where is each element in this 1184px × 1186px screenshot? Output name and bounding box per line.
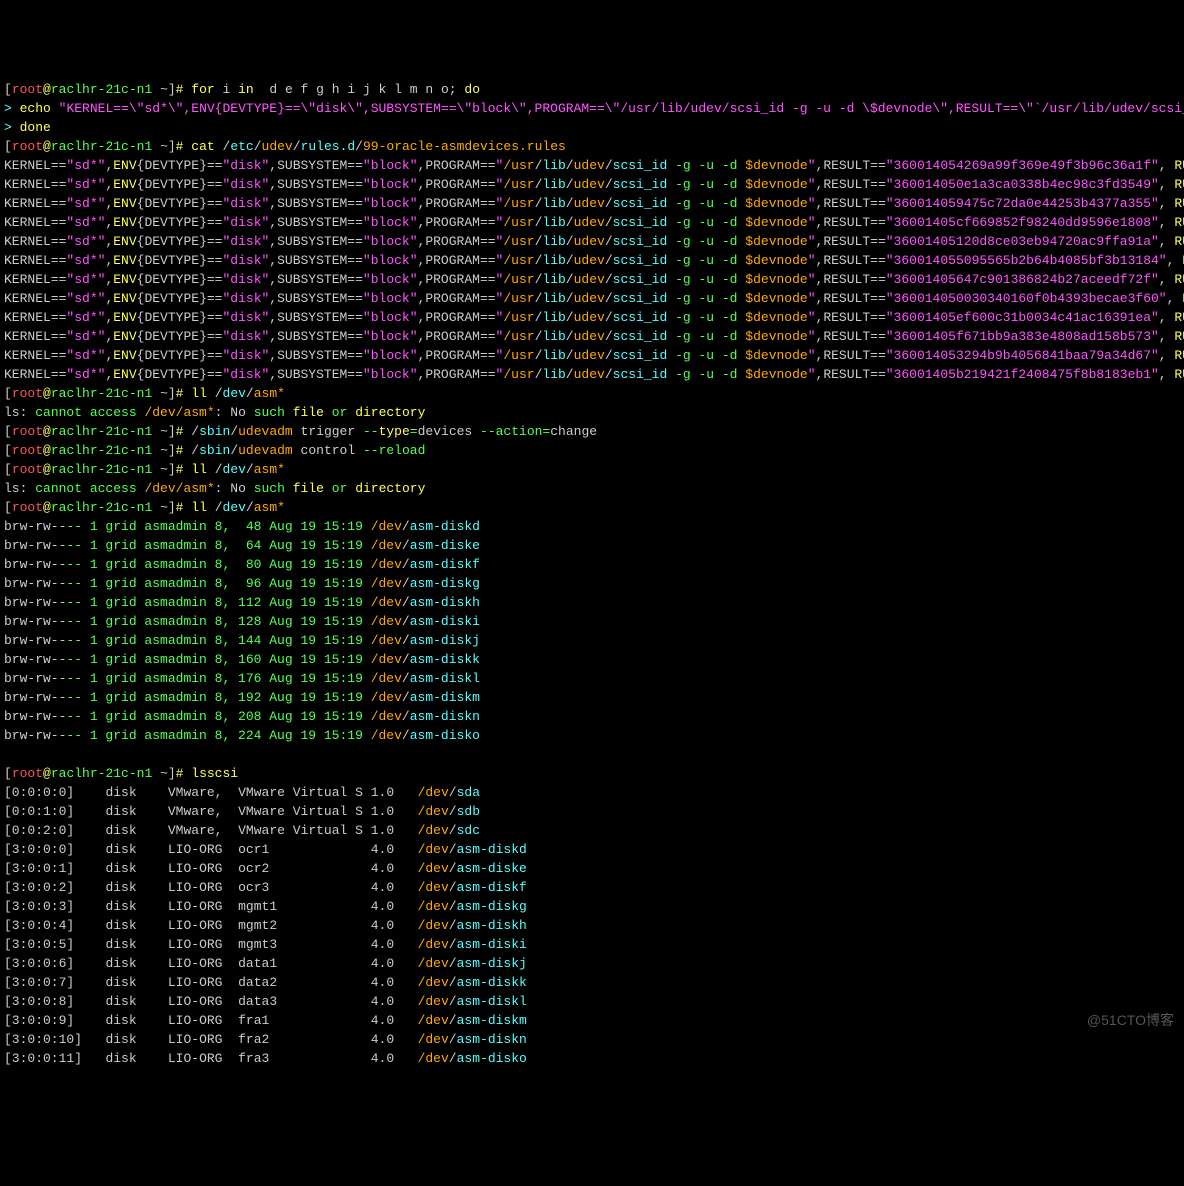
udev-rule-1: KERNEL=="sd*",ENV{DEVTYPE}=="disk",SUBSY… — [4, 175, 1180, 194]
ll-entry-4: brw-rw---- 1 grid asmadmin 8, 112 Aug 19… — [4, 593, 1180, 612]
scsi-entry-7: [3:0:0:4] disk LIO-ORG mgmt2 4.0 /dev/as… — [4, 916, 1180, 935]
scsi-entry-3: [3:0:0:0] disk LIO-ORG ocr1 4.0 /dev/asm… — [4, 840, 1180, 859]
scsi-entry-0: [0:0:0:0] disk VMware, VMware Virtual S … — [4, 783, 1180, 802]
watermark: @51CTO博客 — [1087, 1011, 1174, 1030]
udev-rule-11: KERNEL=="sd*",ENV{DEVTYPE}=="disk",SUBSY… — [4, 365, 1180, 384]
ll-entry-8: brw-rw---- 1 grid asmadmin 8, 176 Aug 19… — [4, 669, 1180, 688]
cmd-done: > done — [4, 118, 1180, 137]
cmd-ll-3: [root@raclhr-21c-n1 ~]# ll /dev/asm* — [4, 498, 1180, 517]
ll-entry-5: brw-rw---- 1 grid asmadmin 8, 128 Aug 19… — [4, 612, 1180, 631]
cmd-ll-2: [root@raclhr-21c-n1 ~]# ll /dev/asm* — [4, 460, 1180, 479]
ls-error-1: ls: cannot access /dev/asm*: No such fil… — [4, 403, 1180, 422]
scsi-entry-12: [3:0:0:9] disk LIO-ORG fra1 4.0 /dev/asm… — [4, 1011, 1180, 1030]
scsi-entry-1: [0:0:1:0] disk VMware, VMware Virtual S … — [4, 802, 1180, 821]
scsi-entry-13: [3:0:0:10] disk LIO-ORG fra2 4.0 /dev/as… — [4, 1030, 1180, 1049]
udev-rule-8: KERNEL=="sd*",ENV{DEVTYPE}=="disk",SUBSY… — [4, 308, 1180, 327]
cmd-echo-line: > echo "KERNEL==\"sd*\",ENV{DEVTYPE}==\"… — [4, 99, 1180, 118]
udev-rule-0: KERNEL=="sd*",ENV{DEVTYPE}=="disk",SUBSY… — [4, 156, 1180, 175]
cmd-ll-1: [root@raclhr-21c-n1 ~]# ll /dev/asm* — [4, 384, 1180, 403]
ll-entry-10: brw-rw---- 1 grid asmadmin 8, 208 Aug 19… — [4, 707, 1180, 726]
ll-entry-11: brw-rw---- 1 grid asmadmin 8, 224 Aug 19… — [4, 726, 1180, 745]
scsi-entry-10: [3:0:0:7] disk LIO-ORG data2 4.0 /dev/as… — [4, 973, 1180, 992]
cmd-lsscsi: [root@raclhr-21c-n1 ~]# lsscsi — [4, 764, 1180, 783]
udev-rule-9: KERNEL=="sd*",ENV{DEVTYPE}=="disk",SUBSY… — [4, 327, 1180, 346]
udev-rule-4: KERNEL=="sd*",ENV{DEVTYPE}=="disk",SUBSY… — [4, 232, 1180, 251]
cmd-for-loop: [root@raclhr-21c-n1 ~]# for i in d e f g… — [4, 80, 1180, 99]
ll-entry-1: brw-rw---- 1 grid asmadmin 8, 64 Aug 19 … — [4, 536, 1180, 555]
cmd-reload: [root@raclhr-21c-n1 ~]# /sbin/udevadm co… — [4, 441, 1180, 460]
cmd-cat: [root@raclhr-21c-n1 ~]# cat /etc/udev/ru… — [4, 137, 1180, 156]
scsi-entry-11: [3:0:0:8] disk LIO-ORG data3 4.0 /dev/as… — [4, 992, 1180, 1011]
udev-rule-6: KERNEL=="sd*",ENV{DEVTYPE}=="disk",SUBSY… — [4, 270, 1180, 289]
udev-rule-2: KERNEL=="sd*",ENV{DEVTYPE}=="disk",SUBSY… — [4, 194, 1180, 213]
scsi-entry-9: [3:0:0:6] disk LIO-ORG data1 4.0 /dev/as… — [4, 954, 1180, 973]
scsi-entry-2: [0:0:2:0] disk VMware, VMware Virtual S … — [4, 821, 1180, 840]
scsi-entry-8: [3:0:0:5] disk LIO-ORG mgmt3 4.0 /dev/as… — [4, 935, 1180, 954]
udev-rule-7: KERNEL=="sd*",ENV{DEVTYPE}=="disk",SUBSY… — [4, 289, 1180, 308]
ll-entry-0: brw-rw---- 1 grid asmadmin 8, 48 Aug 19 … — [4, 517, 1180, 536]
scsi-entry-6: [3:0:0:3] disk LIO-ORG mgmt1 4.0 /dev/as… — [4, 897, 1180, 916]
ll-entry-7: brw-rw---- 1 grid asmadmin 8, 160 Aug 19… — [4, 650, 1180, 669]
ll-entry-6: brw-rw---- 1 grid asmadmin 8, 144 Aug 19… — [4, 631, 1180, 650]
udev-rule-5: KERNEL=="sd*",ENV{DEVTYPE}=="disk",SUBSY… — [4, 251, 1180, 270]
udev-rule-3: KERNEL=="sd*",ENV{DEVTYPE}=="disk",SUBSY… — [4, 213, 1180, 232]
scsi-entry-4: [3:0:0:1] disk LIO-ORG ocr2 4.0 /dev/asm… — [4, 859, 1180, 878]
ll-entry-2: brw-rw---- 1 grid asmadmin 8, 80 Aug 19 … — [4, 555, 1180, 574]
ll-entry-9: brw-rw---- 1 grid asmadmin 8, 192 Aug 19… — [4, 688, 1180, 707]
ll-entry-3: brw-rw---- 1 grid asmadmin 8, 96 Aug 19 … — [4, 574, 1180, 593]
terminal-output[interactable]: [root@raclhr-21c-n1 ~]# for i in d e f g… — [4, 80, 1180, 1068]
scsi-entry-14: [3:0:0:11] disk LIO-ORG fra3 4.0 /dev/as… — [4, 1049, 1180, 1068]
udev-rule-10: KERNEL=="sd*",ENV{DEVTYPE}=="disk",SUBSY… — [4, 346, 1180, 365]
ls-error-2: ls: cannot access /dev/asm*: No such fil… — [4, 479, 1180, 498]
cmd-trigger: [root@raclhr-21c-n1 ~]# /sbin/udevadm tr… — [4, 422, 1180, 441]
scsi-entry-5: [3:0:0:2] disk LIO-ORG ocr3 4.0 /dev/asm… — [4, 878, 1180, 897]
